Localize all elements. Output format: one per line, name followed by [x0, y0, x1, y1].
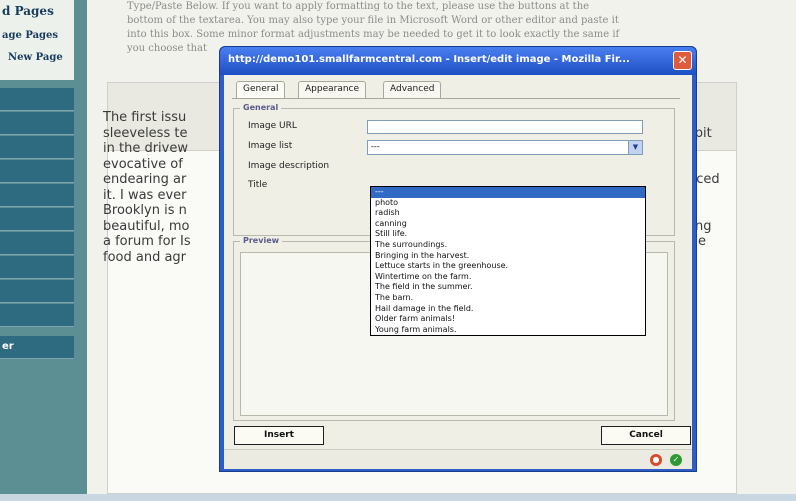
- image-list-option[interactable]: Still life.: [371, 229, 645, 240]
- body-text-line: in the drivew: [103, 141, 188, 156]
- image-list-option[interactable]: photo: [371, 198, 645, 209]
- checkmark-icon: ✓: [670, 454, 682, 466]
- image-list-select[interactable]: --- ▼: [367, 140, 643, 155]
- image-description-label: Image description: [248, 161, 330, 171]
- body-text-line: evocative of: [103, 156, 183, 172]
- sidebar-item-pages[interactable]: d Pages: [2, 4, 54, 18]
- sidebar-button[interactable]: [0, 112, 74, 135]
- image-list-option[interactable]: Bringing in the harvest.: [371, 251, 645, 262]
- image-list-option[interactable]: Lettuce starts in the greenhouse.: [371, 261, 645, 272]
- tab-divider: [232, 98, 680, 99]
- close-window-button[interactable]: ✕: [673, 51, 692, 70]
- body-text-line: sleeveless te: [103, 125, 188, 141]
- body-text-line: Brooklyn is n: [103, 203, 187, 218]
- body-text-line: endearing ar: [103, 172, 187, 187]
- sidebar-pages-panel: d Pages age Pages New Page: [0, 0, 74, 80]
- close-icon: ✕: [677, 53, 688, 67]
- title-label: Title: [248, 180, 268, 190]
- image-list-option[interactable]: Hail damage in the field.: [371, 304, 645, 315]
- popup-blocked-icon: ●: [650, 454, 662, 466]
- image-list-option[interactable]: Wintertime on the farm.: [371, 272, 645, 283]
- image-list-option[interactable]: canning: [371, 219, 645, 230]
- bottom-strip: [0, 494, 796, 501]
- sidebar-button[interactable]: [0, 256, 74, 279]
- sidebar-item-new-page[interactable]: New Page: [8, 52, 63, 63]
- sidebar-button[interactable]: [0, 304, 74, 327]
- sidebar-button[interactable]: [0, 208, 74, 231]
- image-list-dropdown[interactable]: --- photo radish canning Still life. The…: [370, 186, 646, 337]
- image-list-selected-value: ---: [371, 142, 380, 151]
- tab-advanced[interactable]: Advanced: [383, 81, 442, 98]
- instruction-line: bottom of the textarea. You may also typ…: [127, 15, 619, 26]
- image-list-option[interactable]: ---: [371, 187, 645, 198]
- body-text-fragment: e: [698, 234, 706, 249]
- body-text-line: food and agr: [103, 249, 187, 265]
- sidebar-button[interactable]: [0, 160, 74, 183]
- sidebar-button[interactable]: [0, 88, 74, 111]
- image-list-option[interactable]: The surroundings.: [371, 240, 645, 251]
- image-list-option[interactable]: The barn.: [371, 293, 645, 304]
- tab-general[interactable]: General: [236, 81, 286, 99]
- window-title: http://demo101.smallfarmcentral.com - In…: [228, 54, 630, 65]
- body-text-line: beautiful, mo: [103, 218, 190, 234]
- sidebar-button[interactable]: [0, 136, 74, 159]
- image-list-option[interactable]: Older farm animals!: [371, 314, 645, 325]
- image-list-label: Image list: [248, 141, 293, 151]
- window-status-bar: ● ✓: [224, 449, 692, 469]
- instruction-line: Type/Paste Below. If you want to apply f…: [127, 1, 590, 12]
- body-text-line: it. I was ever: [103, 187, 187, 203]
- insert-button[interactable]: Insert: [234, 426, 324, 445]
- cancel-button[interactable]: Cancel: [601, 426, 691, 445]
- insert-image-window: http://demo101.smallfarmcentral.com - In…: [219, 46, 697, 472]
- sidebar-button[interactable]: [0, 184, 74, 207]
- sidebar-button[interactable]: [0, 280, 74, 303]
- sidebar-item-manage-pages[interactable]: age Pages: [2, 30, 58, 41]
- image-list-option[interactable]: radish: [371, 208, 645, 219]
- body-text-line: The first issu: [103, 110, 187, 125]
- image-list-option[interactable]: The field in the summer.: [371, 282, 645, 293]
- sidebar-footer-label: er: [2, 341, 14, 352]
- body-text-fragment: ng: [695, 218, 712, 234]
- sidebar: d Pages age Pages New Page er: [0, 0, 87, 501]
- body-text-line: a forum for Is: [103, 234, 191, 249]
- instruction-line: into this box. Some minor format adjustm…: [127, 29, 620, 40]
- dialog-body: General Appearance Advanced General Imag…: [224, 75, 692, 469]
- image-url-input[interactable]: [367, 120, 643, 134]
- image-list-option[interactable]: Young farm animals.: [371, 325, 645, 336]
- general-legend: General: [240, 103, 282, 112]
- window-titlebar[interactable]: http://demo101.smallfarmcentral.com - In…: [220, 47, 696, 75]
- tab-appearance[interactable]: Appearance: [298, 81, 367, 98]
- image-url-label: Image URL: [248, 121, 297, 131]
- sidebar-button[interactable]: [0, 232, 74, 255]
- sidebar-item-footer[interactable]: er: [0, 336, 74, 359]
- preview-legend: Preview: [240, 236, 283, 245]
- chevron-down-icon[interactable]: ▼: [628, 141, 642, 154]
